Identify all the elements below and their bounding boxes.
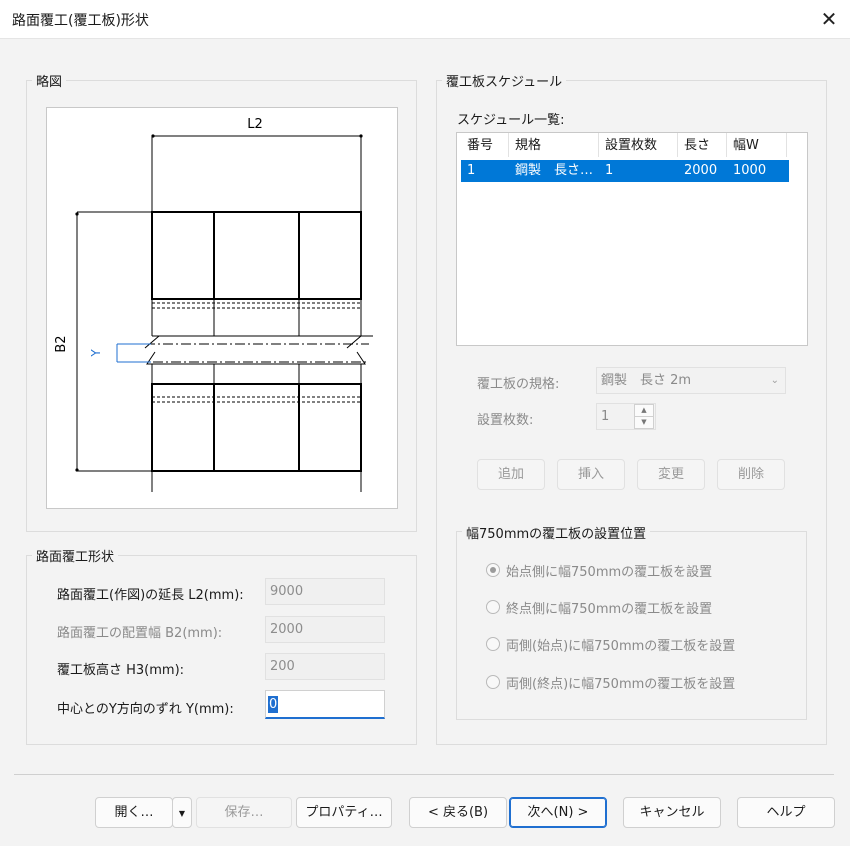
spec-dropdown[interactable]: 鋼製 長さ 2m ⌄: [596, 367, 786, 394]
col-header-width[interactable]: 幅W: [727, 133, 787, 157]
properties-button[interactable]: プロパティ…: [296, 797, 392, 828]
b2-label: 路面覆工の配置幅 B2(mm):: [57, 626, 223, 641]
spec-value: 鋼製 長さ 2m: [601, 373, 692, 388]
caret-down-icon: ▼: [178, 809, 186, 818]
dim-l2-label: L2: [247, 117, 263, 132]
radio-start[interactable]: [486, 563, 500, 577]
delete-button[interactable]: 削除: [717, 459, 785, 490]
open-dropdown-button[interactable]: ▼: [172, 797, 192, 828]
row-length-cell: 2000: [684, 163, 718, 178]
h3-label: 覆工板高さ H3(mm):: [57, 663, 185, 678]
save-button[interactable]: 保存…: [196, 797, 292, 828]
row-count-cell: 1: [605, 163, 614, 178]
radio-both-end[interactable]: [486, 675, 500, 689]
window-title: 路面覆工(覆工板)形状: [12, 13, 149, 29]
insert-button[interactable]: 挿入: [557, 459, 625, 490]
road-cover-diagram: L2 B2 Y: [54, 117, 373, 492]
footer-separator: [14, 774, 834, 775]
dim-b2-label: B2: [54, 335, 69, 352]
add-button[interactable]: 追加: [477, 459, 545, 490]
l2-label: 路面覆工(作図)の延長 L2(mm):: [57, 588, 244, 603]
col-header-spec[interactable]: 規格: [509, 133, 599, 157]
schedule-list[interactable]: 番号 規格 設置枚数 長さ 幅W 1 鋼製 長さ… 1 2000 1000: [456, 132, 808, 346]
count-spinner[interactable]: 1 ▲ ▼: [596, 403, 656, 430]
h3-field: 200: [265, 653, 385, 680]
radio-start-label: 始点側に幅750mmの覆工板を設置: [506, 565, 713, 580]
b2-field: 2000: [265, 616, 385, 643]
row-width-cell: 1000: [733, 163, 767, 178]
schedule-group-label: 覆工板スケジュール: [442, 71, 567, 90]
next-button[interactable]: 次へ(N) >: [509, 797, 607, 828]
open-button[interactable]: 開く…: [95, 797, 173, 828]
count-value: 1: [601, 409, 610, 424]
y-offset-label: 中心とのY方向のずれ Y(mm):: [57, 702, 234, 717]
spin-down-icon[interactable]: ▼: [634, 416, 654, 429]
count-label: 設置枚数:: [477, 413, 534, 428]
back-button[interactable]: < 戻る(B): [409, 797, 507, 828]
row-number-cell: 1: [467, 163, 476, 178]
row-spec-cell: 鋼製 長さ…: [515, 163, 594, 178]
y-offset-input[interactable]: 0: [265, 690, 385, 719]
shape-group-label: 路面覆工形状: [32, 546, 119, 565]
y-offset-value: 0: [268, 696, 279, 713]
dim-y-label: Y: [89, 349, 103, 358]
radio-end-label: 終点側に幅750mmの覆工板を設置: [506, 602, 713, 617]
chevron-down-icon: ⌄: [770, 375, 779, 386]
sketch-group-label: 略図: [32, 71, 67, 90]
close-icon[interactable]: ✕: [815, 5, 843, 33]
radio-end[interactable]: [486, 600, 500, 614]
col-header-length[interactable]: 長さ: [678, 133, 727, 157]
col-header-number[interactable]: 番号: [461, 133, 509, 157]
radio-both-start[interactable]: [486, 637, 500, 651]
radio-both-end-label: 両側(終点)に幅750mmの覆工板を設置: [506, 677, 736, 692]
sketch-canvas: L2 B2 Y: [46, 107, 398, 509]
radio-both-start-label: 両側(始点)に幅750mmの覆工板を設置: [506, 639, 736, 654]
schedule-list-label: スケジュール一覧:: [457, 113, 565, 128]
spec-label: 覆工板の規格:: [477, 377, 560, 392]
col-header-count[interactable]: 設置枚数: [599, 133, 678, 157]
l2-field: 9000: [265, 578, 385, 605]
position-group-label: 幅750mmの覆工板の設置位置: [462, 523, 651, 542]
change-button[interactable]: 変更: [637, 459, 705, 490]
help-button[interactable]: ヘルプ: [737, 797, 835, 828]
cancel-button[interactable]: キャンセル: [623, 797, 721, 828]
